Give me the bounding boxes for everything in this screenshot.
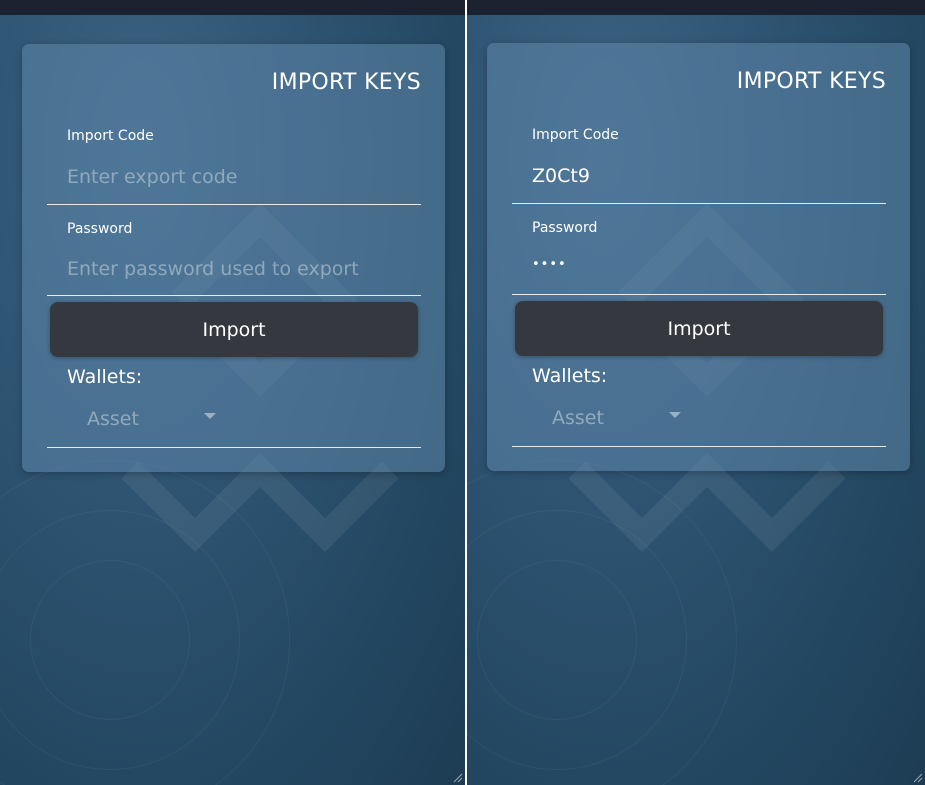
top-bar <box>0 0 465 15</box>
import-code-label: Import Code <box>67 128 154 144</box>
import-code-input[interactable] <box>532 165 862 187</box>
left-screen: IMPORT KEYS Import Code Password Import … <box>0 0 465 785</box>
asset-select-value: Asset <box>87 408 139 430</box>
import-code-label: Import Code <box>532 127 619 143</box>
card-title: IMPORT KEYS <box>271 70 421 95</box>
resize-grip-icon[interactable] <box>451 771 463 783</box>
password-label: Password <box>532 220 598 236</box>
asset-select-value: Asset <box>552 407 604 429</box>
import-code-input[interactable] <box>67 166 397 188</box>
card-title: IMPORT KEYS <box>736 69 886 94</box>
password-input[interactable] <box>532 257 882 272</box>
import-code-underline <box>512 203 886 204</box>
import-button[interactable]: Import <box>50 302 418 357</box>
asset-select-underline <box>47 447 421 448</box>
background-ring <box>30 560 190 720</box>
import-keys-card: IMPORT KEYS Import Code Password Import … <box>22 44 445 472</box>
import-keys-card: IMPORT KEYS Import Code Password Import … <box>487 43 910 471</box>
password-input[interactable] <box>67 258 417 280</box>
import-code-underline <box>47 204 421 205</box>
import-button[interactable]: Import <box>515 301 883 356</box>
background-ring <box>477 560 637 720</box>
dropdown-caret-icon <box>669 412 681 418</box>
password-underline <box>47 295 421 296</box>
right-screen: IMPORT KEYS Import Code Password Import … <box>467 0 925 785</box>
wallets-label: Wallets: <box>532 365 608 387</box>
wallets-label: Wallets: <box>67 366 143 388</box>
dropdown-caret-icon <box>204 413 216 419</box>
asset-select-underline <box>512 446 886 447</box>
top-bar <box>467 0 925 15</box>
password-underline <box>512 294 886 295</box>
resize-grip-icon[interactable] <box>911 771 923 783</box>
password-label: Password <box>67 221 133 237</box>
